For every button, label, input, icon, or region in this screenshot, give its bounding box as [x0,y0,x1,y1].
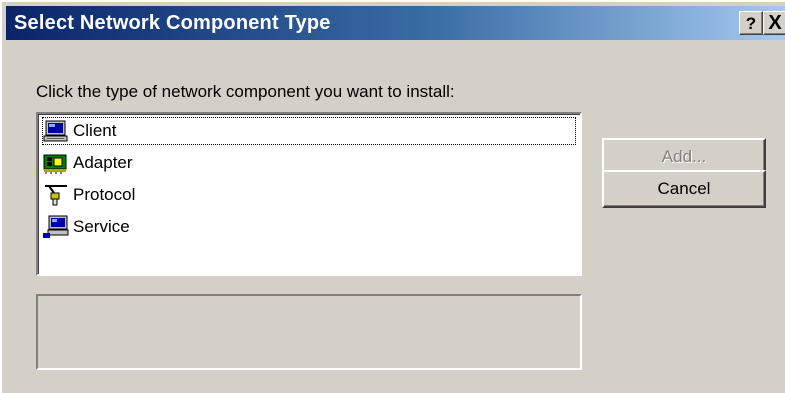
close-icon: X [768,12,782,34]
service-icon [43,215,69,238]
client-icon [43,120,68,142]
list-item-protocol[interactable]: Protocol [41,180,577,210]
adapter-icon [43,154,67,174]
list-item-label: Client [73,121,117,140]
list-item-client[interactable]: Client [41,116,577,146]
help-button[interactable]: ? [739,11,763,35]
close-button[interactable]: X [763,11,785,35]
cancel-button[interactable]: Cancel [602,170,766,208]
dialog-window: Select Network Component Type ? X Click … [0,0,785,393]
help-icon: ? [745,13,757,33]
cancel-button-label: Cancel [657,179,711,198]
component-type-list[interactable]: Client Adapter Protocol Service [36,112,582,276]
protocol-icon [45,185,67,206]
list-item-label: Protocol [73,185,136,204]
title-bar[interactable]: Select Network Component Type ? X [6,6,785,40]
list-item-label: Service [73,217,130,236]
list-item-service[interactable]: Service [41,212,577,242]
description-box [36,294,582,370]
window-title: Select Network Component Type [14,12,331,34]
instruction-label: Click the type of network component you … [36,82,455,101]
list-item-label: Adapter [73,153,133,172]
list-item-adapter[interactable]: Adapter [41,148,577,178]
add-button-label: Add... [661,147,707,166]
